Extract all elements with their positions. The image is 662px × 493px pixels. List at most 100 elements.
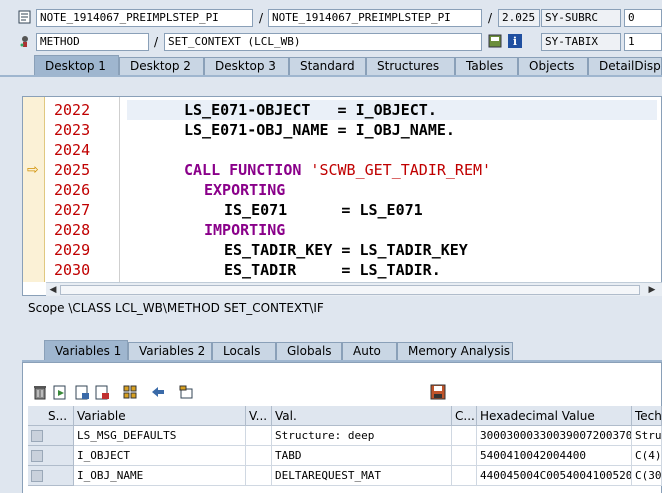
row-selector[interactable] [28,426,74,446]
code-line[interactable]: IS_E071 = LS_E071 [127,200,657,220]
table-cell-techn: Structu [632,426,662,446]
separator: / [259,11,264,25]
line-numbers: 2022 2023 2024 2025 2026 2027 2028 2029 … [46,97,118,282]
code-line[interactable]: EXPORTING [127,180,657,200]
table-cell-value[interactable]: DELTAREQUEST_MAT [272,466,452,486]
scroll-left-icon[interactable]: ◀ [47,284,59,296]
tab-variables-2[interactable]: Variables 2 [128,342,212,361]
navigate-icon[interactable] [150,384,166,400]
col-header-hex[interactable]: Hexadecimal Value [477,406,632,426]
tab-desktop-2[interactable]: Desktop 2 [119,57,204,76]
table-cell-techn: C(4) [632,446,662,466]
row-selector[interactable] [28,466,74,486]
code-text: IS_E071 = LS_E071 [224,201,423,219]
table-cell-hex: 440045004C00540041005200450... [477,466,632,486]
tab-memory-analysis[interactable]: Memory Analysis [397,342,513,361]
code-string: 'SCWB_GET_TADIR_REM' [301,161,492,179]
code-line[interactable]: LS_E071-OBJECT = I_OBJECT. [127,100,657,120]
table-cell-c [452,466,477,486]
include-field[interactable]: NOTE_1914067_PREIMPLSTEP_PI [268,9,482,27]
tab-variables-1[interactable]: Variables 1 [44,340,128,361]
col-header-techn[interactable]: Techn [632,406,662,426]
row-selector[interactable] [28,446,74,466]
table-cell-variable[interactable]: I_OBJ_NAME [74,466,246,486]
header-row-1: NOTE_1914067_PREIMPLSTEP_PI / NOTE_19140… [0,7,662,29]
line-number: 2025 [54,161,91,179]
watch-icon[interactable] [178,384,194,400]
line-number: 2022 [54,101,91,119]
scroll-thumb[interactable] [60,285,640,295]
table-cell-variable[interactable]: LS_MSG_DEFAULTS [74,426,246,446]
code-line[interactable] [127,140,657,160]
code-line[interactable]: ES_TADIR_KEY = LS_TADIR_KEY [127,240,657,260]
col-header-status[interactable]: S... [28,406,74,426]
tab-underline [0,75,662,77]
tab-desktop-1[interactable]: Desktop 1 [34,55,119,76]
code-line[interactable]: LS_E071-OBJ_NAME = I_OBJ_NAME. [127,120,657,140]
scroll-right-icon[interactable]: ▶ [646,284,658,296]
tab-tables[interactable]: Tables [455,57,518,76]
import-icon[interactable] [52,384,68,400]
current-line-arrow-icon: ⇨ [27,162,39,178]
info-icon[interactable]: i [508,34,522,48]
method-icon [18,34,32,48]
tab-detaildisplay[interactable]: DetailDisplay [588,57,662,76]
code-line[interactable]: ES_TADIR = LS_TADIR. [127,260,657,280]
table-cell-variable[interactable]: I_OBJECT [74,446,246,466]
delete-list-icon[interactable] [94,384,110,400]
code-text: ES_TADIR_KEY = LS_TADIR_KEY [224,241,468,259]
table-cell-hex: 3000300033003900720037003700... [477,426,632,446]
header-row-2: METHOD / SET_CONTEXT (LCL_WB) i SY-TABIX… [0,31,662,53]
sysfield1-name[interactable]: SY-SUBRC [541,9,621,27]
code-line[interactable]: IMPORTING [127,220,657,240]
tab-globals[interactable]: Globals [276,342,342,361]
horizontal-scrollbar[interactable]: ◀ ▶ [46,282,662,296]
main-program-field[interactable]: NOTE_1914067_PREIMPLSTEP_PI [36,9,253,27]
line-number-field: 2.025 [498,9,540,27]
tab-standard[interactable]: Standard [289,57,366,76]
line-number: 2024 [54,141,91,159]
event-field[interactable]: SET_CONTEXT (LCL_WB) [164,33,482,51]
breakpoint-gutter[interactable]: ⇨ [23,97,45,282]
table-cell-v [246,426,272,446]
col-header-c[interactable]: C... [452,406,477,426]
desktop-tabbar: Desktop 1 Desktop 2 Desktop 3 Standard S… [0,55,662,76]
line-number: 2023 [54,121,91,139]
save-variant-icon[interactable] [488,34,502,48]
col-header-v[interactable]: V... [246,406,272,426]
col-header-variable[interactable]: Variable [74,406,246,426]
code-text: LS_E071-OBJ_NAME = I_OBJ_NAME. [184,121,455,139]
svg-text:i: i [513,35,517,48]
table-cell-v [246,446,272,466]
tab-auto[interactable]: Auto [342,342,397,361]
source-code-panel[interactable]: ⇨ 2022 2023 2024 2025 2026 2027 2028 202… [22,96,662,296]
tab-locals[interactable]: Locals [212,342,276,361]
code-keyword: EXPORTING [204,181,286,199]
scope-text: Scope \CLASS LCL_WB\METHOD SET_CONTEXT\I… [28,301,324,315]
save-icon[interactable] [430,384,446,400]
table-cell-techn: C(30) [632,466,662,486]
code-line[interactable]: CALL FUNCTION 'SCWB_GET_TADIR_REM' [127,160,657,180]
table-cell-value[interactable]: Structure: deep [272,426,452,446]
line-number: 2029 [54,241,91,259]
col-header-value[interactable]: Val. [272,406,452,426]
structure-icon[interactable] [122,384,138,400]
line-number: 2026 [54,181,91,199]
tab-objects[interactable]: Objects [518,57,588,76]
line-number: 2027 [54,201,91,219]
sysfield2-name[interactable]: SY-TABIX [541,33,621,51]
code-keyword: CALL FUNCTION [184,161,302,179]
tab-structures[interactable]: Structures [366,57,455,76]
sysfield1-value: 0 [624,9,662,27]
table-cell-hex: 5400410042004400 [477,446,632,466]
table-cell-c [452,446,477,466]
tab-desktop-3[interactable]: Desktop 3 [204,57,289,76]
table-cell-v [246,466,272,486]
delete-icon[interactable] [32,384,48,400]
table-cell-c [452,426,477,446]
save-list-icon[interactable] [74,384,90,400]
event-type-field[interactable]: METHOD [36,33,149,51]
code-text: ES_TADIR = LS_TADIR. [224,261,441,279]
code-area[interactable]: LS_E071-OBJECT = I_OBJECT. LS_E071-OBJ_N… [127,97,657,282]
table-cell-value[interactable]: TABD [272,446,452,466]
